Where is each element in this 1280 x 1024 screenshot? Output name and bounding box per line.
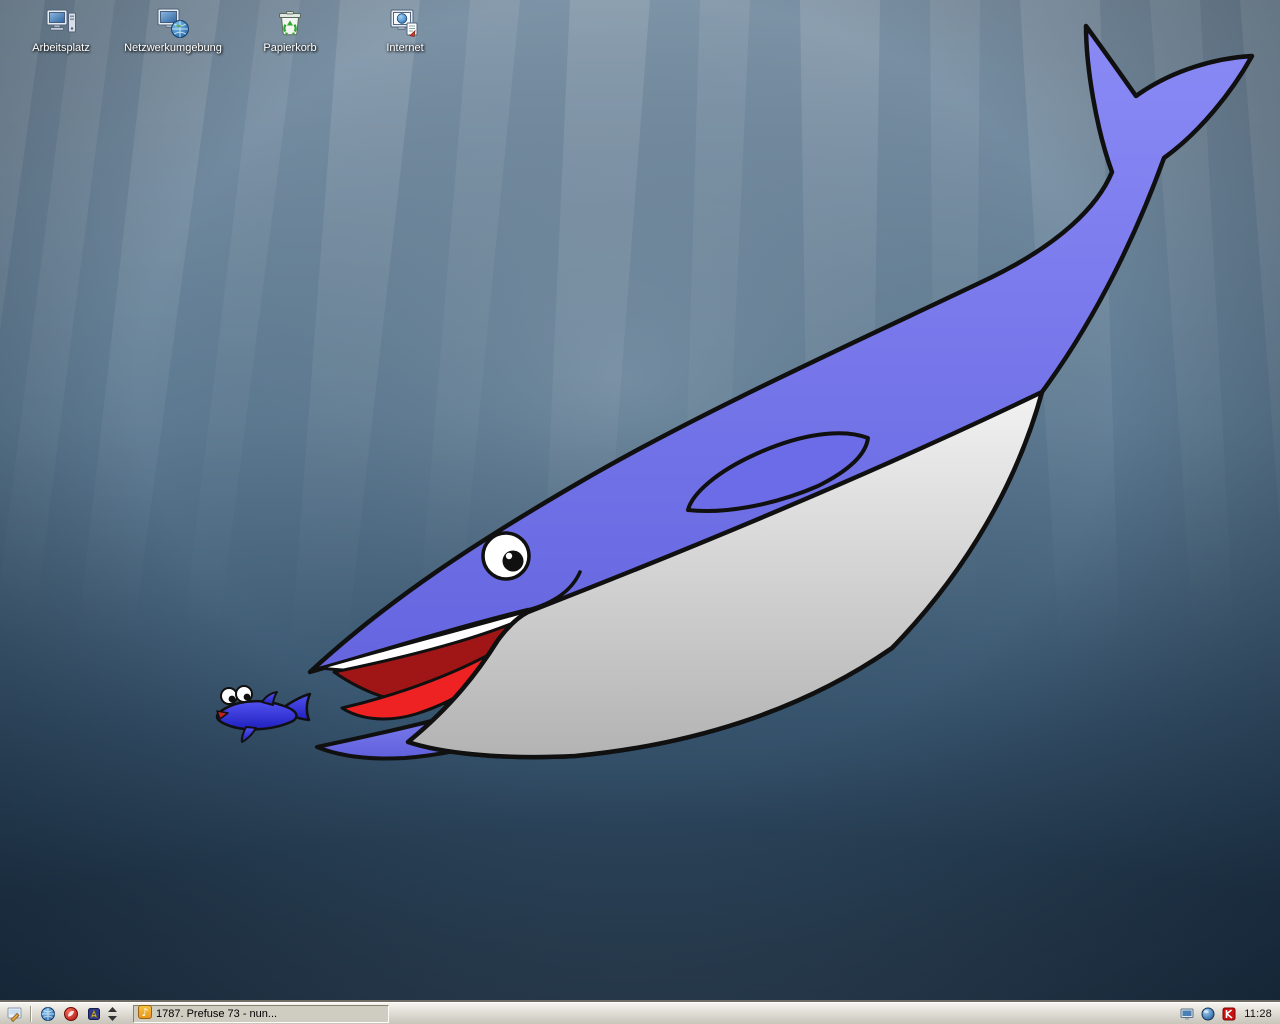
blue-orb-tray-icon[interactable] [1200,1006,1216,1022]
taskbar-separator [30,1005,32,1022]
wallpaper-whale-illustration [0,0,1280,1002]
show-desktop-icon [7,1007,21,1022]
taskbar-right-section: 11:28 [1179,1003,1276,1024]
taskbar-left-section: ♪ 1787. Prefuse 73 - nun... [4,1003,389,1024]
desktop-icon-netzwerkumgebung[interactable]: Netzwerkumgebung [118,6,228,54]
globe-icon [40,1006,55,1021]
svg-text:♪: ♪ [141,1006,148,1019]
taskbar-clock: 11:28 [1244,1007,1272,1020]
desktop-icon-arbeitsplatz[interactable]: Arbeitsplatz [6,6,116,54]
desktop-icon-label: Internet [386,42,424,54]
display-tray-icon[interactable] [1179,1006,1195,1022]
desktop-icon-internet[interactable]: Internet [350,6,460,54]
desktop-icon-label: Arbeitsplatz [32,42,90,54]
red-app-icon [63,1006,78,1021]
my-computer-icon [46,9,76,33]
internet-icon [390,9,418,37]
show-desktop-button[interactable] [4,1004,25,1024]
desktop-icon-label: Netzwerkumgebung [124,42,222,54]
task-label: 1787. Prefuse 73 - nun... [156,1007,278,1020]
desktop-icon-label: Papierkorb [263,42,317,54]
desktop: Arbeitsplatz Netzwerkumgebung Papierkorb… [0,0,1280,1002]
red-app-launcher[interactable] [60,1004,81,1024]
network-icon [157,8,189,38]
task-icon: ♪ [138,1005,152,1022]
task-button[interactable]: ♪ 1787. Prefuse 73 - nun... [133,1004,389,1023]
panel-scroll-arrows[interactable] [106,1004,119,1024]
red-tray-icon[interactable] [1221,1006,1237,1022]
taskbar: ♪ 1787. Prefuse 73 - nun... 11:28 [0,1002,1280,1024]
pen-icon [87,1007,100,1020]
trash-icon [279,11,301,36]
web-browser-launcher[interactable] [37,1004,58,1024]
up-down-arrows-icon [108,1006,117,1021]
pen-app-launcher[interactable] [83,1004,104,1024]
desktop-icon-papierkorb[interactable]: Papierkorb [235,6,345,54]
